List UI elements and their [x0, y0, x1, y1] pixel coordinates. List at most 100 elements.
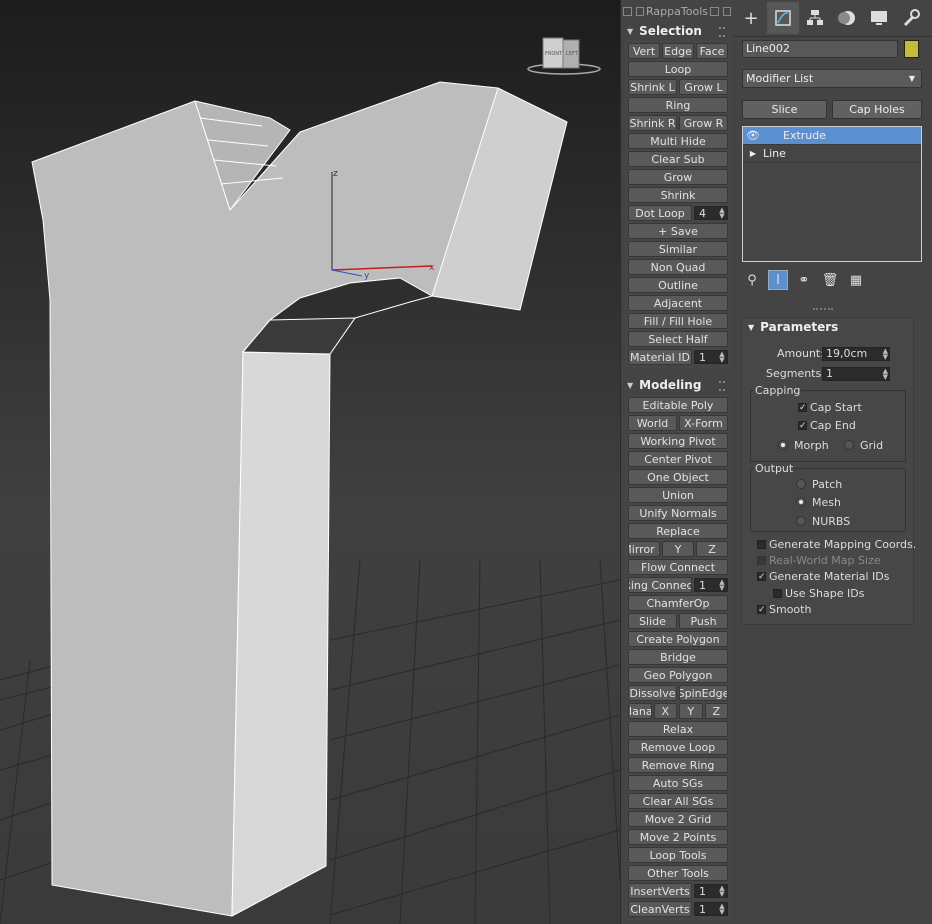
loop-tools-button[interactable]: Loop Tools	[628, 847, 728, 863]
material-id-button[interactable]: Material ID	[628, 349, 692, 365]
shrink-r-button[interactable]: Shrink R	[628, 115, 677, 131]
slice-button[interactable]: Slice	[742, 100, 827, 119]
collapse-right-icon[interactable]	[722, 6, 732, 16]
multi-hide-button[interactable]: Multi Hide	[628, 133, 728, 149]
other-tools-button[interactable]: Other Tools	[628, 865, 728, 881]
replace-button[interactable]: Replace	[628, 523, 728, 539]
x-button[interactable]: X	[653, 703, 677, 719]
make-unique-icon[interactable]: ⚭	[794, 270, 814, 290]
remove-ring-button[interactable]: Remove Ring	[628, 757, 728, 773]
relax-button[interactable]: Relax	[628, 721, 728, 737]
remove-loop-button[interactable]: Remove Loop	[628, 739, 728, 755]
slide-button[interactable]: Slide	[628, 613, 677, 629]
spinner-arrows-icon[interactable]: ▲ ▼	[718, 885, 726, 898]
eye-icon[interactable]: 👁	[743, 129, 763, 142]
spinedge-button[interactable]: SpinEdge	[679, 685, 728, 701]
cap-end-checkbox[interactable]: ✓	[798, 421, 807, 431]
motion-tab[interactable]	[831, 2, 863, 34]
geo-polygon-button[interactable]: Geo Polygon	[628, 667, 728, 683]
spinner-field[interactable]: 1 ▲ ▼	[694, 350, 728, 364]
grow-button[interactable]: Grow	[628, 169, 728, 185]
cap-start-checkbox[interactable]: ✓	[798, 403, 807, 413]
fill-fill-hole-button[interactable]: Fill / Fill Hole	[628, 313, 728, 329]
hierarchy-tab[interactable]	[799, 2, 831, 34]
z-button[interactable]: Z	[696, 541, 728, 557]
insertverts-button[interactable]: InsertVerts	[628, 883, 692, 899]
planar-button[interactable]: Planar	[628, 703, 652, 719]
loop-button[interactable]: Loop	[628, 61, 728, 77]
stack-item-extrude[interactable]: 👁 Extrude	[743, 127, 921, 145]
editable-poly-button[interactable]: Editable Poly	[628, 397, 728, 413]
create-tab[interactable]: +	[735, 2, 767, 34]
z-button[interactable]: Z	[704, 703, 728, 719]
ring-button[interactable]: Ring	[628, 97, 728, 113]
object-name-field[interactable]: Line002	[742, 40, 898, 58]
shrink-button[interactable]: Shrink	[628, 187, 728, 203]
show-end-result-icon[interactable]: I	[768, 270, 788, 290]
perspective-viewport[interactable]: z x y FRONT LEFT	[0, 0, 620, 924]
select-half-button[interactable]: Select Half	[628, 331, 728, 347]
auto-sgs-button[interactable]: Auto SGs	[628, 775, 728, 791]
move-2-grid-button[interactable]: Move 2 Grid	[628, 811, 728, 827]
face-button[interactable]: Face	[696, 43, 728, 59]
morph-radio[interactable]	[778, 440, 788, 450]
amount-spinner[interactable]: 19,0cm ▲ ▼	[822, 347, 890, 361]
save-button[interactable]: + Save	[628, 223, 728, 239]
spinner-arrows-icon[interactable]: ▲ ▼	[718, 207, 726, 220]
segments-spinner[interactable]: 1 ▲ ▼	[822, 367, 890, 381]
center-pivot-button[interactable]: Center Pivot	[628, 451, 728, 467]
grid-radio[interactable]	[844, 440, 854, 450]
dot-loop-button[interactable]: Dot Loop	[628, 205, 692, 221]
configure-modifier-sets-icon[interactable]: ▦	[846, 270, 866, 290]
gen-mapping-checkbox[interactable]	[757, 540, 766, 549]
spinner-field[interactable]: 1 ▲ ▼	[694, 578, 728, 592]
smooth-checkbox[interactable]: ✓	[757, 605, 766, 615]
shrink-l-button[interactable]: Shrink L	[628, 79, 677, 95]
parameters-rollout-title[interactable]: ▼ Parameters	[742, 318, 913, 336]
similar-button[interactable]: Similar	[628, 241, 728, 257]
display-tab[interactable]	[863, 2, 895, 34]
working-pivot-button[interactable]: Working Pivot	[628, 433, 728, 449]
viewport-canvas[interactable]: z x y FRONT LEFT	[0, 0, 620, 924]
patch-radio[interactable]	[796, 479, 806, 489]
spinner-arrows-icon[interactable]: ▲ ▼	[718, 903, 726, 916]
nurbs-radio[interactable]	[796, 516, 806, 526]
pin-stack-icon[interactable]: ⚲	[742, 270, 762, 290]
cap-holes-button[interactable]: Cap Holes	[832, 100, 922, 119]
spinner-field[interactable]: 1 ▲ ▼	[694, 884, 728, 898]
cleanverts-button[interactable]: CleanVerts	[628, 901, 692, 917]
move-2-points-button[interactable]: Move 2 Points	[628, 829, 728, 845]
modifier-list-dropdown[interactable]: Modifier List ▼	[742, 69, 922, 88]
grow-r-button[interactable]: Grow R	[679, 115, 728, 131]
edge-button[interactable]: Edge	[662, 43, 694, 59]
ring-connect-button[interactable]: Ring Connect	[628, 577, 692, 593]
mesh-radio[interactable]	[796, 497, 806, 507]
clear-all-sgs-button[interactable]: Clear All SGs	[628, 793, 728, 809]
modeling-rollout-title[interactable]: ▼ Modeling	[621, 376, 733, 394]
object-color-swatch[interactable]	[904, 40, 919, 58]
unify-normals-button[interactable]: Unify Normals	[628, 505, 728, 521]
use-shape-ids-checkbox[interactable]	[773, 589, 782, 598]
world-button[interactable]: World	[628, 415, 677, 431]
expand-arrow-icon[interactable]: ▶	[743, 149, 763, 158]
adjacent-button[interactable]: Adjacent	[628, 295, 728, 311]
mirror-x-button[interactable]: Mirror X	[628, 541, 660, 557]
modifier-stack[interactable]: 👁 Extrude ▶ Line	[742, 126, 922, 262]
flow-connect-button[interactable]: Flow Connect	[628, 559, 728, 575]
stack-item-line[interactable]: ▶ Line	[743, 145, 921, 163]
grow-l-button[interactable]: Grow L	[679, 79, 728, 95]
push-button[interactable]: Push	[679, 613, 728, 629]
gen-material-checkbox[interactable]: ✓	[757, 572, 766, 582]
y-button[interactable]: Y	[662, 541, 694, 557]
spinner-arrows-icon[interactable]: ▲ ▼	[718, 579, 726, 592]
spinner-field[interactable]: 1 ▲ ▼	[694, 902, 728, 916]
create-polygon-button[interactable]: Create Polygon	[628, 631, 728, 647]
non-quad-button[interactable]: Non Quad	[628, 259, 728, 275]
spinner-arrows-icon[interactable]: ▲ ▼	[718, 351, 726, 364]
union-button[interactable]: Union	[628, 487, 728, 503]
selection-rollout-title[interactable]: ▼ Selection	[621, 22, 733, 40]
spinner-arrows-icon[interactable]: ▲ ▼	[883, 368, 888, 381]
one-object-button[interactable]: One Object	[628, 469, 728, 485]
y-button[interactable]: Y	[679, 703, 703, 719]
collapse-left-icon[interactable]	[623, 6, 632, 16]
